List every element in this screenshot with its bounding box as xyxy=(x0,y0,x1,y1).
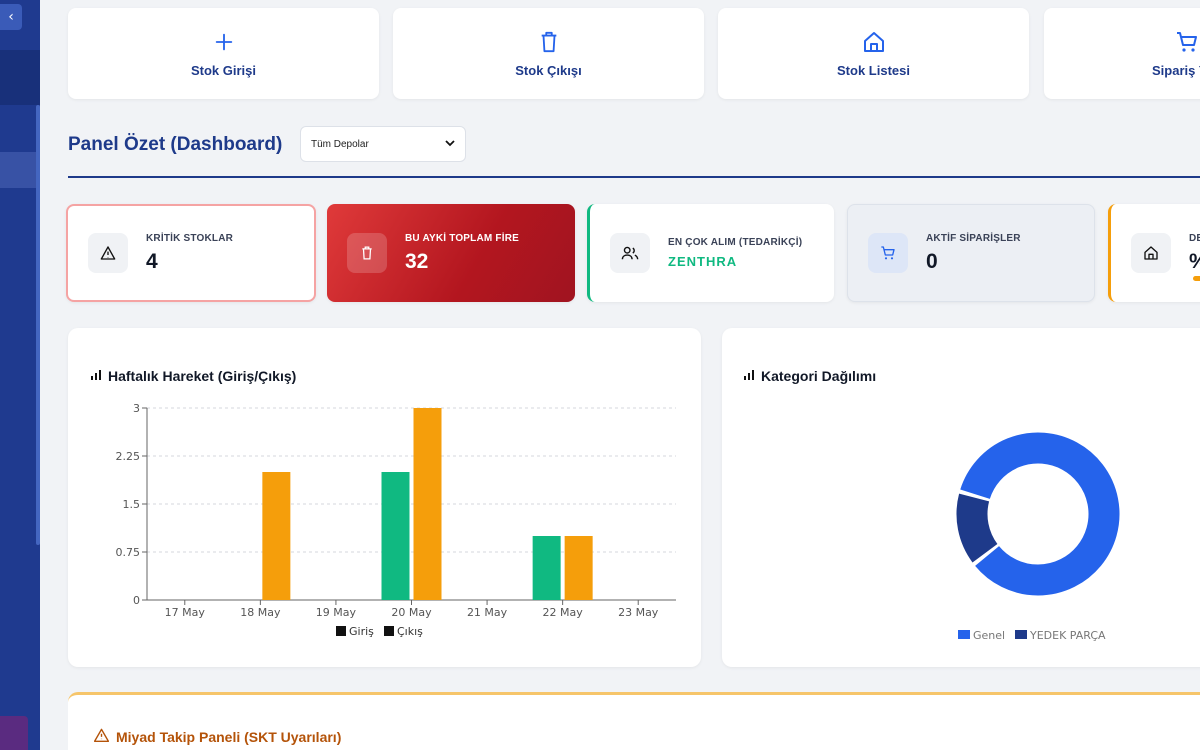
quick-action-stock-out[interactable]: Stok Çıkışı xyxy=(393,8,704,99)
category-distribution-panel: Kategori Dağılımı Genel YEDEK PARÇA xyxy=(722,328,1200,667)
collapse-toggle-icon[interactable]: ‹ xyxy=(0,4,22,30)
chevron-down-icon xyxy=(445,139,455,150)
stat-card-critical-stock[interactable]: KRİTİK STOKLAR 4 xyxy=(66,204,316,302)
panel-title: Miyad Takip Paneli (SKT Uyarıları) xyxy=(93,728,342,745)
sidebar-item-active[interactable] xyxy=(0,152,40,188)
x-tick-label: 20 May xyxy=(391,606,432,619)
trash-icon xyxy=(347,233,387,273)
sidebar-section xyxy=(0,50,40,105)
quick-action-orders[interactable]: Sipariş Y xyxy=(1044,8,1200,99)
sidebar-scrollbar[interactable] xyxy=(36,105,40,545)
x-tick-label: 18 May xyxy=(240,606,281,619)
legend-swatch xyxy=(958,630,970,639)
legend-swatch xyxy=(1015,630,1027,639)
quick-action-label: Stok Girişi xyxy=(190,63,257,78)
bar-giriş xyxy=(532,536,561,600)
sidebar: ‹ xyxy=(0,0,40,750)
stat-card-monthly-waste[interactable]: BU AYKİ TOPLAM FİRE 32 xyxy=(327,204,575,302)
expiry-tracking-panel: Miyad Takip Paneli (SKT Uyarıları) xyxy=(68,692,1200,750)
legend-swatch xyxy=(336,626,346,636)
cart-icon xyxy=(868,233,908,273)
stat-label: KRİTİK STOKLAR xyxy=(146,232,234,244)
stat-value: ZENTHRA xyxy=(668,254,738,269)
donut-slice-yedek-parca xyxy=(956,493,998,563)
legend-label: YEDEK PARÇA xyxy=(1029,629,1106,642)
home-icon xyxy=(1131,233,1171,273)
users-icon xyxy=(610,233,650,273)
category-donut-chart: Genel YEDEK PARÇA xyxy=(956,432,1120,642)
x-tick-label: 22 May xyxy=(543,606,584,619)
stat-label: BU AYKİ TOPLAM FİRE xyxy=(405,232,519,244)
depot-select[interactable]: Tüm Depolar xyxy=(300,126,466,162)
quick-action-stock-list[interactable]: Stok Listesi xyxy=(718,8,1029,99)
stat-label: EN ÇOK ALIM (TEDARİKÇİ) xyxy=(668,237,803,248)
y-tick-label: 2.25 xyxy=(116,450,141,463)
depot-select-value: Tüm Depolar xyxy=(311,138,369,150)
weekly-movement-panel: Haftalık Hareket (Giriş/Çıkış) 0 0.75 1.5 2… xyxy=(68,328,701,667)
bar-çıkış xyxy=(413,408,442,600)
header-divider xyxy=(68,176,1200,178)
sidebar-footer-item[interactable] xyxy=(0,716,28,750)
y-tick-label: 3 xyxy=(133,402,140,415)
x-tick-label: 21 May xyxy=(467,606,508,619)
stat-value: % xyxy=(1189,250,1200,274)
quick-action-label: Stok Çıkışı xyxy=(515,63,582,78)
weekly-movement-chart: 0 0.75 1.5 2.25 3 17 May 18 May 19 May 20 May 21 … xyxy=(116,402,676,638)
legend-label: Genel xyxy=(973,629,1005,642)
stat-value: 0 xyxy=(926,249,938,273)
page-title: Panel Özet (Dashboard) xyxy=(68,134,283,155)
legend-label: Giriş xyxy=(349,625,374,638)
panel-title-text: Miyad Takip Paneli (SKT Uyarıları) xyxy=(116,728,342,745)
x-tick-label: 23 May xyxy=(618,606,659,619)
legend-label: Çıkış xyxy=(397,625,423,638)
y-tick-label: 1.5 xyxy=(123,498,141,511)
stat-value: 32 xyxy=(405,249,429,273)
y-tick-label: 0.75 xyxy=(116,546,141,559)
home-icon xyxy=(861,29,887,55)
donut-slice-genel xyxy=(960,432,1120,596)
quick-action-label: Stok Listesi xyxy=(837,63,910,78)
warning-icon xyxy=(88,233,128,273)
stat-label: DE xyxy=(1189,232,1200,244)
legend-swatch xyxy=(384,626,394,636)
y-tick-label: 0 xyxy=(133,594,140,607)
x-tick-label: 19 May xyxy=(316,606,357,619)
stat-card-depot-occupancy[interactable]: DE % xyxy=(1108,204,1200,302)
bar-çıkış xyxy=(262,472,291,600)
plus-icon xyxy=(211,29,237,55)
stat-label: AKTİF SİPARİŞLER xyxy=(926,232,1021,244)
bar-çıkış xyxy=(564,536,593,600)
warning-icon xyxy=(93,728,110,745)
stat-card-top-supplier[interactable]: EN ÇOK ALIM (TEDARİKÇİ) ZENTHRA xyxy=(587,204,834,302)
depot-progress-bar xyxy=(1193,276,1200,281)
bar-giriş xyxy=(381,472,410,600)
stat-card-active-orders[interactable]: AKTİF SİPARİŞLER 0 xyxy=(847,204,1095,302)
cart-icon xyxy=(1174,29,1200,55)
quick-action-stock-in[interactable]: Stok Girişi xyxy=(68,8,379,99)
quick-action-label: Sipariş Y xyxy=(1152,63,1200,78)
stat-value: 4 xyxy=(146,249,158,273)
trash-icon xyxy=(536,29,562,55)
x-tick-label: 17 May xyxy=(165,606,206,619)
